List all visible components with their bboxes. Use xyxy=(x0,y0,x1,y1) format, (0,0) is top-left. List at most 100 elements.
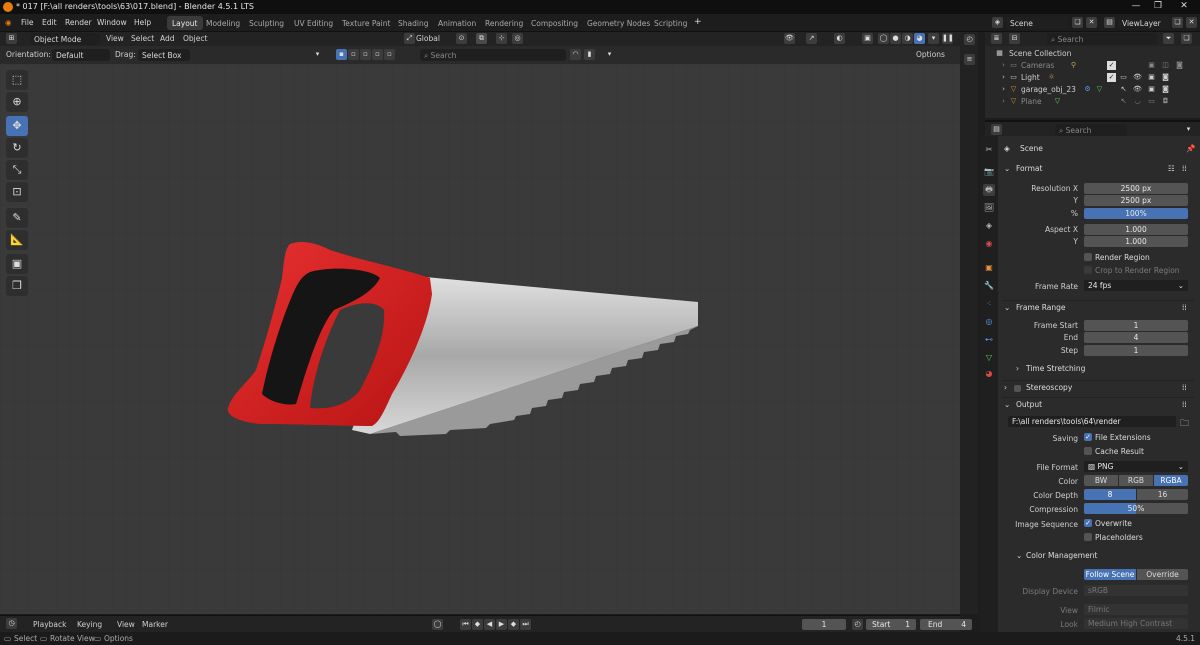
frame-rate-dropdown[interactable]: 24 fps ⌄ xyxy=(1084,280,1188,291)
include-checkbox[interactable]: ✓ xyxy=(1107,73,1116,82)
new-view-layer-icon[interactable]: ❏ xyxy=(1172,17,1183,28)
view-layer-icon[interactable]: ▤ xyxy=(1104,17,1115,28)
auto-keying-icon[interactable]: ◯ xyxy=(432,619,443,630)
proportional-edit-icon[interactable]: ◎ xyxy=(512,33,523,44)
tab-animation[interactable]: Animation xyxy=(433,16,481,30)
render-region-checkbox[interactable] xyxy=(1084,253,1092,261)
tab-texture-paint[interactable]: Texture Paint xyxy=(337,16,395,30)
menu-keying[interactable]: Keying xyxy=(77,620,102,629)
modifier-tab-icon[interactable]: 🔧 xyxy=(983,280,995,292)
color-rgba-button[interactable]: RGBA xyxy=(1154,475,1188,486)
filter-icon[interactable]: ◠ xyxy=(570,49,581,60)
prev-keyframe-icon[interactable]: ◆ xyxy=(472,619,483,630)
orientation-icon[interactable]: ⤢ xyxy=(404,33,415,44)
view-layer-tab-icon[interactable]: 🖼 xyxy=(983,202,995,214)
output-tab-icon[interactable]: 🖶 xyxy=(983,184,995,196)
override-button[interactable]: Override xyxy=(1137,569,1188,580)
resolution-percentage-field[interactable]: 100% xyxy=(1084,208,1188,219)
outliner-row-cameras[interactable]: › ▭ Cameras ⚲ ✓ ▣ ◫ ◙ xyxy=(985,60,1200,72)
next-keyframe-icon[interactable]: ◆ xyxy=(508,619,519,630)
dropdown-icon[interactable]: ▾ xyxy=(604,49,615,60)
maximize-icon[interactable]: ❐ xyxy=(1150,1,1166,13)
camera-icon[interactable]: ◙ xyxy=(1161,73,1170,82)
drag-dropdown[interactable]: Select Box xyxy=(138,49,190,61)
options-menu[interactable]: Options xyxy=(916,50,945,59)
menu-view[interactable]: View xyxy=(117,620,135,629)
frame-step-field[interactable]: 1 xyxy=(1084,345,1188,356)
minimize-icon[interactable]: — xyxy=(1128,1,1144,13)
tab-geometry-nodes[interactable]: Geometry Nodes xyxy=(582,16,655,30)
menu-help[interactable]: Help xyxy=(134,18,151,27)
cursor-icon[interactable]: ⊕ xyxy=(6,92,28,112)
expand-icon[interactable]: › xyxy=(999,85,1008,94)
solid-shading-icon[interactable]: ● xyxy=(890,33,901,44)
properties-search[interactable]: ⌕ Search xyxy=(1055,124,1127,136)
scene-icon[interactable]: ◈ xyxy=(992,17,1003,28)
output-path-input[interactable]: F:\all renders\tools\64\render xyxy=(1008,416,1176,427)
outliner-editor-icon[interactable]: ≣ xyxy=(991,33,1002,44)
resolution-y-field[interactable]: 2500 px xyxy=(1084,195,1188,206)
render-disable-icon[interactable]: ◙ xyxy=(1175,61,1184,70)
view-layer-selector[interactable]: ViewLayer xyxy=(1118,17,1170,29)
time-stretching-subpanel[interactable]: › Time Stretching xyxy=(1002,364,1194,378)
include-checkbox[interactable]: ✓ xyxy=(1107,61,1116,70)
select-mode-invert-icon[interactable]: ▫ xyxy=(372,49,383,60)
preview-range-icon[interactable]: ◴ xyxy=(852,619,863,630)
outliner-row-garage-obj[interactable]: › ▽ garage_obj_23 ⚙ ▽ ↖ 👁 ▣ ◙ xyxy=(985,84,1200,96)
drag-handle-icon[interactable]: ⁞⁞ xyxy=(1182,383,1187,392)
transform-orientation[interactable]: Global xyxy=(416,34,440,43)
tab-layout[interactable]: Layout xyxy=(167,16,203,30)
data-tab-icon[interactable]: ▽ xyxy=(983,352,995,364)
tool-tab-icon[interactable]: ✂ xyxy=(983,144,995,156)
tab-uv-editing[interactable]: UV Editing xyxy=(289,16,338,30)
monitor-icon[interactable]: ▣ xyxy=(1147,73,1156,82)
cache-result-checkbox[interactable] xyxy=(1084,447,1092,455)
menu-add[interactable]: Add xyxy=(160,34,175,43)
menu-marker[interactable]: Marker xyxy=(142,620,168,629)
frame-start-field[interactable]: 1 xyxy=(1084,320,1188,331)
aspect-y-field[interactable]: 1.000 xyxy=(1084,236,1188,247)
color-depth-16-button[interactable]: 16 xyxy=(1137,489,1188,500)
properties-options-icon[interactable]: ▾ xyxy=(1183,124,1194,135)
add-workspace-icon[interactable]: + xyxy=(694,17,702,27)
start-frame-field[interactable]: Start 1 xyxy=(866,619,916,630)
color-bw-button[interactable]: BW xyxy=(1084,475,1118,486)
new-collection-icon[interactable]: ❏ xyxy=(1181,33,1192,44)
output-section-header[interactable]: ⌄ Output ⁞⁞ xyxy=(1002,397,1194,411)
3d-viewport[interactable] xyxy=(0,64,960,614)
timeline-editor-icon[interactable]: ◷ xyxy=(6,618,17,629)
outliner-search[interactable]: ⌕ Search xyxy=(1047,33,1157,45)
jump-start-icon[interactable]: ⏮ xyxy=(460,619,471,630)
stereoscopy-checkbox[interactable] xyxy=(1014,385,1021,392)
select-mode-intersect-icon[interactable]: ▫ xyxy=(384,49,395,60)
select-mode-new-icon[interactable]: ▪ xyxy=(336,49,347,60)
object-tab-icon[interactable]: ▣ xyxy=(983,262,995,274)
tab-compositing[interactable]: Compositing xyxy=(526,16,583,30)
view-tab-icon[interactable]: ◴ xyxy=(964,34,975,45)
format-section-header[interactable]: ⌄ Format ☷ ⁞⁞ xyxy=(1002,164,1194,178)
file-extensions-checkbox[interactable]: ✓ xyxy=(1084,433,1092,441)
outliner-row-plane[interactable]: › ▽ Plane ▽ ↖ ◡ ▭ ◘ xyxy=(985,96,1200,108)
file-format-dropdown[interactable]: ▨ PNG ⌄ xyxy=(1084,461,1188,472)
eye-icon[interactable]: 👁 xyxy=(1133,85,1142,94)
viewport-disable-icon[interactable]: ▣ xyxy=(1147,61,1156,70)
transform-icon[interactable]: ⊡ xyxy=(6,182,28,202)
editor-type-icon[interactable]: ⊞ xyxy=(6,33,17,44)
gizmo-icon[interactable]: ↗ xyxy=(806,33,817,44)
select-mode-extend-icon[interactable]: ▫ xyxy=(348,49,359,60)
outliner-row-light[interactable]: › ▭ Light ☼ ✓ ▭ 👁 ▣ ◙ xyxy=(985,72,1200,84)
pause-render-icon[interactable]: ❚❚ xyxy=(942,33,954,44)
render-tab-icon[interactable]: 📷 xyxy=(983,166,995,178)
compression-slider[interactable]: 50% xyxy=(1084,503,1188,514)
display-mode-icon[interactable]: ⊟ xyxy=(1009,33,1020,44)
world-tab-icon[interactable]: ◉ xyxy=(983,238,995,250)
properties-editor-icon[interactable]: ▤ xyxy=(991,124,1002,135)
overwrite-checkbox[interactable]: ✓ xyxy=(1084,519,1092,527)
play-icon[interactable]: ▶ xyxy=(496,619,507,630)
snap-target-icon[interactable]: ⊹ xyxy=(496,33,507,44)
current-frame-field[interactable]: 1 xyxy=(802,619,846,630)
add-cube-icon[interactable]: ▣ xyxy=(6,254,28,274)
tab-shading[interactable]: Shading xyxy=(393,16,433,30)
wireframe-shading-icon[interactable]: ◯ xyxy=(878,33,889,44)
end-frame-field[interactable]: End 4 xyxy=(920,619,972,630)
